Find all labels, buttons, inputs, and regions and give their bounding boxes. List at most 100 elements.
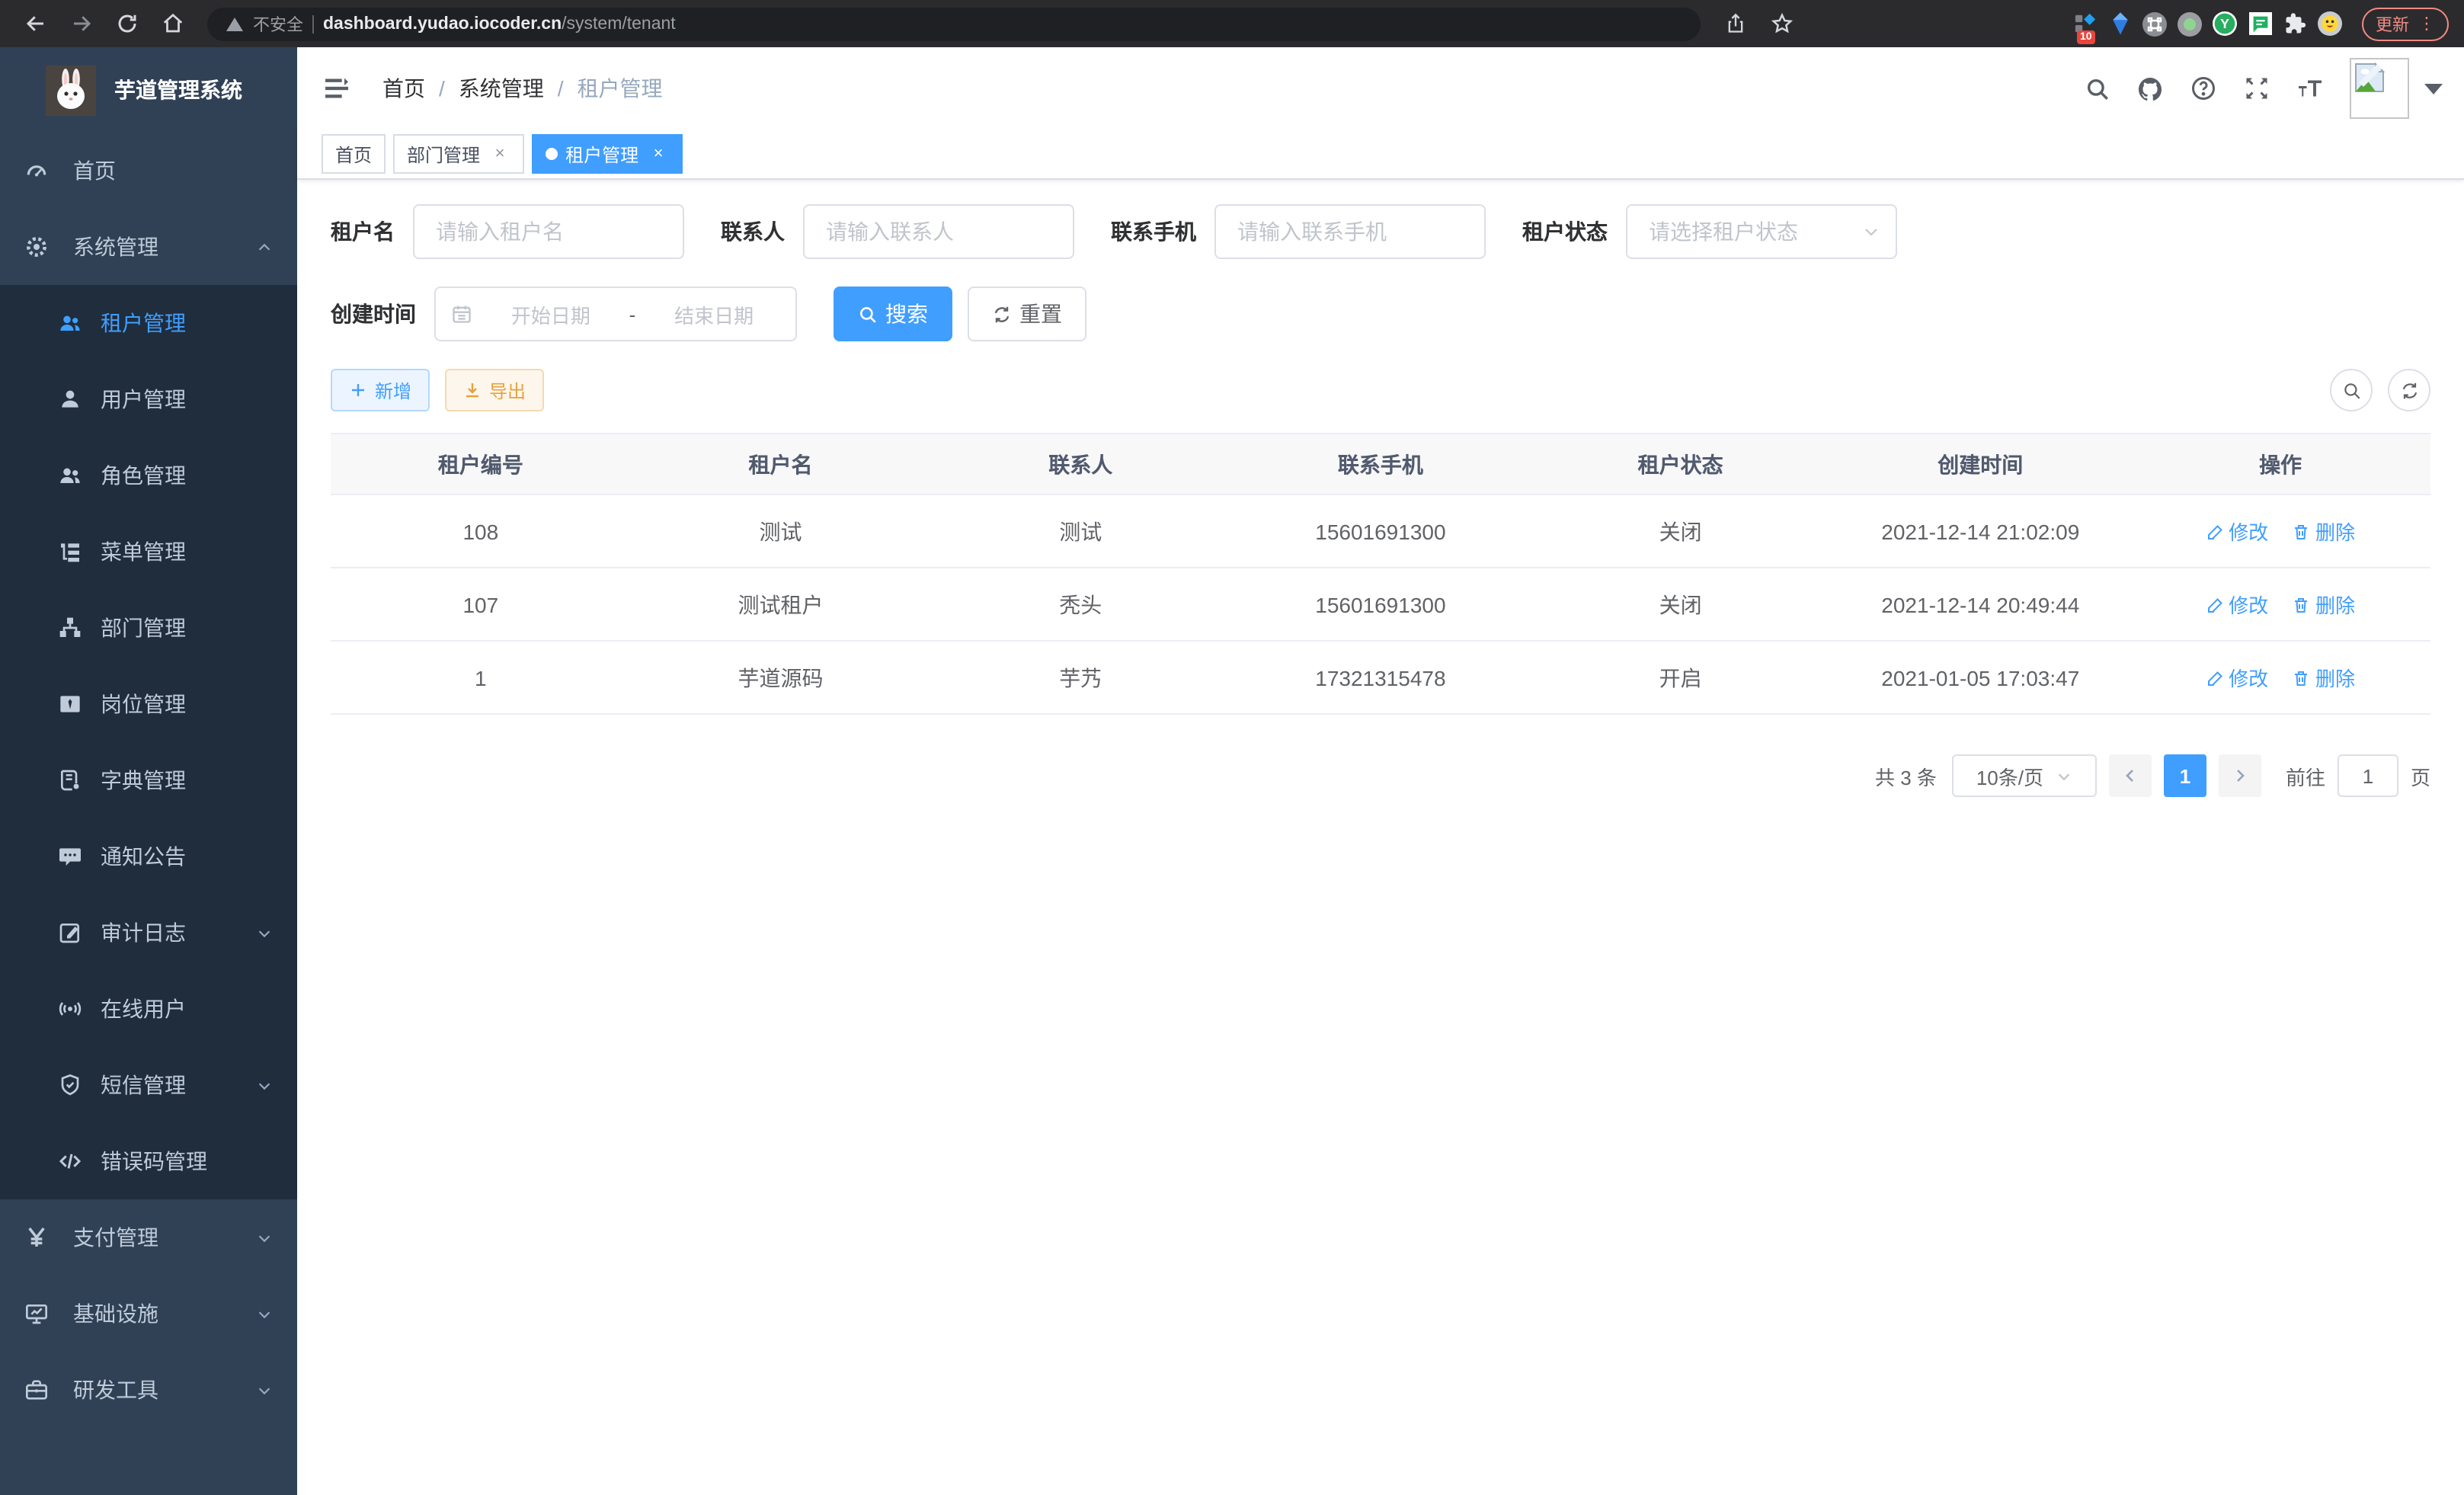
sidebar-item-label: 系统管理 — [73, 232, 158, 262]
logo-row[interactable]: 芋道管理系统 — [0, 47, 297, 133]
add-button[interactable]: 新增 — [331, 369, 430, 411]
sidebar-item-dict[interactable]: 字典管理 — [0, 742, 297, 818]
edit-button[interactable]: 修改 — [2206, 590, 2268, 619]
table-row: 108 测试 测试 15601691300 关闭 2021-12-14 21:0… — [331, 495, 2430, 568]
font-size-icon[interactable] — [2296, 75, 2324, 102]
goto-page-input[interactable] — [2338, 754, 2398, 797]
status-select[interactable]: 请选择租户状态 — [1626, 204, 1897, 259]
bookmark-star-icon[interactable] — [1762, 4, 1801, 43]
sidebar-item-role[interactable]: 角色管理 — [0, 437, 297, 514]
page-number-1[interactable]: 1 — [2164, 754, 2206, 797]
reset-button[interactable]: 重置 — [968, 287, 1086, 341]
next-page-button[interactable] — [2219, 754, 2261, 797]
delete-button[interactable]: 删除 — [2293, 663, 2355, 692]
cell-actions: 修改 删除 — [2130, 641, 2430, 714]
edit-button[interactable]: 修改 — [2206, 517, 2268, 546]
browser-home-icon[interactable] — [152, 4, 192, 43]
edit-label: 修改 — [2229, 517, 2268, 546]
sidebar-item-devtools[interactable]: 研发工具 — [0, 1352, 297, 1428]
monitor-icon — [24, 1301, 49, 1326]
tag-tenant[interactable]: 租户管理 × — [532, 134, 683, 174]
security-warning-label[interactable]: 不安全 — [253, 11, 303, 36]
date-range-input[interactable]: 开始日期 - 结束日期 — [434, 287, 797, 341]
sidebar-item-system[interactable]: 系统管理 — [0, 209, 297, 285]
extension-chat-icon[interactable] — [2248, 11, 2272, 36]
breadcrumb-separator: / — [439, 76, 445, 101]
sidebar-item-menu[interactable]: 菜单管理 — [0, 514, 297, 590]
export-button[interactable]: 导出 — [445, 369, 544, 411]
cell-contact: 测试 — [930, 495, 1230, 568]
url-text[interactable]: dashboard.yudao.iocoder.cn/system/tenant — [323, 14, 676, 33]
share-icon[interactable] — [1716, 4, 1755, 43]
delete-button[interactable]: 删除 — [2293, 517, 2355, 546]
extension-command-icon[interactable] — [2142, 11, 2167, 36]
chevron-up-icon — [256, 238, 273, 255]
browser-forward-icon[interactable] — [61, 4, 101, 43]
close-icon[interactable]: × — [648, 143, 669, 165]
col-tenant-id: 租户编号 — [331, 434, 631, 495]
sidebar-item-user[interactable]: 用户管理 — [0, 361, 297, 437]
sidebar-item-payment[interactable]: 支付管理 — [0, 1199, 297, 1276]
phone-input[interactable] — [1214, 204, 1486, 259]
extension-blue-gem-icon[interactable] — [2107, 11, 2132, 36]
edit-button[interactable]: 修改 — [2206, 663, 2268, 692]
contact-input[interactable] — [803, 204, 1074, 259]
fullscreen-icon[interactable] — [2243, 75, 2270, 102]
refresh-table-button[interactable] — [2388, 369, 2430, 411]
cell-status: 关闭 — [1531, 568, 1831, 641]
sidebar-item-dept[interactable]: 部门管理 — [0, 590, 297, 666]
sidebar-item-audit[interactable]: 审计日志 — [0, 895, 297, 971]
sidebar-item-label: 角色管理 — [101, 460, 186, 491]
toggle-search-button[interactable] — [2330, 369, 2373, 411]
create-time-label: 创建时间 — [331, 299, 416, 329]
sidebar-collapse-icon[interactable] — [306, 47, 367, 130]
sidebar: 芋道管理系统 首页 系统管理 租户管理 用户管理 — [0, 47, 297, 1495]
range-separator: - — [629, 303, 636, 325]
calendar-icon — [451, 303, 472, 325]
sidebar-item-label: 研发工具 — [73, 1375, 158, 1405]
avatar[interactable] — [2350, 58, 2409, 119]
cell-create-time: 2021-12-14 20:49:44 — [1830, 568, 2130, 641]
extension-grid-diamond-icon[interactable]: 10 — [2072, 11, 2097, 36]
shield-check-icon — [58, 1073, 82, 1097]
prev-page-button[interactable] — [2109, 754, 2152, 797]
yen-icon — [24, 1225, 49, 1250]
sidebar-item-infra[interactable]: 基础设施 — [0, 1276, 297, 1352]
sidebar-item-online[interactable]: 在线用户 — [0, 971, 297, 1047]
sidebar-item-post[interactable]: 岗位管理 — [0, 666, 297, 742]
sidebar-item-sms[interactable]: 短信管理 — [0, 1047, 297, 1123]
sidebar-item-errcode[interactable]: 错误码管理 — [0, 1123, 297, 1199]
browser-back-icon[interactable] — [15, 4, 55, 43]
plus-icon — [349, 381, 367, 399]
help-icon[interactable] — [2190, 75, 2217, 102]
profile-avatar-icon[interactable] — [2318, 11, 2342, 36]
user-avatar-menu[interactable] — [2350, 58, 2443, 119]
cell-tenant-name: 芋道源码 — [631, 641, 931, 714]
sidebar-item-label: 字典管理 — [101, 765, 186, 796]
cell-phone: 17321315478 — [1230, 641, 1531, 714]
extensions-puzzle-icon[interactable] — [2283, 11, 2307, 36]
address-bar[interactable]: 不安全 dashboard.yudao.iocoder.cn/system/te… — [207, 7, 1701, 40]
browser-update-button[interactable]: 更新 ⋮ — [2362, 7, 2449, 40]
tenant-name-input[interactable] — [413, 204, 684, 259]
search-button[interactable]: 搜索 — [834, 287, 952, 341]
close-icon[interactable]: × — [489, 143, 510, 165]
delete-button[interactable]: 删除 — [2293, 590, 2355, 619]
tag-dept[interactable]: 部门管理 × — [393, 134, 524, 174]
page-size-select[interactable]: 10条/页 — [1952, 754, 2097, 797]
chevron-down-icon — [1862, 222, 1880, 241]
tag-home[interactable]: 首页 — [322, 134, 386, 174]
breadcrumb-system[interactable]: 系统管理 — [459, 73, 544, 104]
col-actions: 操作 — [2130, 434, 2430, 495]
extension-y-icon[interactable]: Y — [2213, 11, 2237, 36]
browser-menu-icon[interactable]: ⋮ — [2418, 21, 2435, 27]
header-search-icon[interactable] — [2083, 75, 2110, 102]
github-icon[interactable] — [2136, 75, 2164, 102]
extension-green-dot-icon[interactable] — [2178, 11, 2202, 36]
sidebar-item-tenant[interactable]: 租户管理 — [0, 285, 297, 361]
refresh-icon — [2399, 380, 2419, 400]
browser-reload-icon[interactable] — [107, 4, 146, 43]
breadcrumb-home[interactable]: 首页 — [382, 73, 425, 104]
sidebar-item-notice[interactable]: 通知公告 — [0, 818, 297, 895]
sidebar-item-home[interactable]: 首页 — [0, 133, 297, 209]
